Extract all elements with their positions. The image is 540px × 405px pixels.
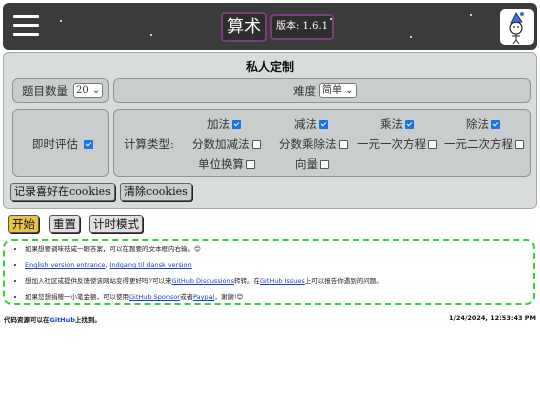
calc-types-box: 计算类型: 加法 减法 乘法 除法 分数加减法 分数乘除法 一元一次方程 一元二… [113, 109, 531, 177]
info-item-community: 想加入社区或提供反馈使该网站变得更好吗?可以来GitHub Discussion… [25, 273, 533, 289]
op-sub-label: 减法 [294, 117, 317, 131]
source-text-pre: 代码资源可以在 [4, 316, 50, 324]
type-vector-checkbox[interactable] [320, 159, 329, 169]
info-item-languages: English version entrance, Indgang til da… [25, 257, 533, 273]
op-sub: 减法 [294, 116, 328, 132]
paypal-link[interactable]: Paypal [193, 293, 214, 301]
github-issues-link[interactable]: GitHub Issues [260, 277, 305, 285]
op-add: 加法 [207, 116, 241, 132]
instant-eval-label: 即时评估 [32, 137, 78, 151]
question-count-box: 题目数量 20 ⌄ [12, 78, 109, 103]
type-unit-conv-label: 单位换算 [198, 157, 244, 171]
type-frac-addsub-checkbox[interactable] [251, 139, 261, 149]
snowflake [150, 34, 152, 36]
snowflake [410, 36, 412, 38]
source-note: 代码资源可以在GitHub上找到。 [4, 314, 101, 324]
github-sponsor-link[interactable]: GitHub Sponsor [129, 293, 180, 301]
hint-text: 如果想要调味祛咸一眼答案，可以在题要的文本框内右输。😊 [25, 245, 201, 253]
donate-text-pre: 如果您想捐赠一小笔金额，可以使用 [25, 293, 129, 301]
type-linear-eq-label: 一元一次方程 [357, 137, 426, 151]
type-vector: 向量 [295, 156, 329, 172]
start-button[interactable]: 开始 [8, 215, 39, 233]
type-linear-eq: 一元一次方程 [357, 136, 437, 152]
type-frac-muldiv-checkbox[interactable] [338, 139, 348, 149]
op-mul-label: 乘法 [380, 117, 403, 131]
donate-text-mid: 或者 [179, 293, 193, 301]
type-frac-muldiv-label: 分数乘除法 [279, 137, 337, 151]
settings-title: 私人定制 [245, 60, 294, 74]
info-item-hint: 如果想要调味祛咸一眼答案，可以在题要的文本框内右输。😊 [25, 241, 533, 257]
version-badge: 版本: 1.6.1 [270, 14, 334, 40]
github-discussions-link[interactable]: GitHub Discussions [171, 277, 234, 285]
settings-panel: 私人定制 题目数量 20 ⌄ 难度 简单 ⌄ 即时评估 计算类型: 加法 减法 … [3, 52, 537, 209]
community-text-pre: 想加入社区或提供反馈使该网站变得更好吗?可以来 [25, 277, 172, 285]
snowflake [330, 18, 332, 20]
snowflake [60, 20, 62, 22]
save-cookies-button[interactable]: 记录喜好在cookies [10, 183, 115, 201]
op-div-checkbox[interactable] [491, 119, 500, 129]
app-title: 算术 [221, 12, 267, 42]
question-count-value: 20 [76, 85, 89, 96]
english-version-link[interactable]: English version entrance [25, 261, 105, 269]
danish-version-link[interactable]: Indgang til dansk version [110, 261, 192, 269]
calc-types-label: 计算类型: [124, 137, 174, 151]
avatar-icon[interactable] [500, 9, 534, 45]
type-unit-conv-checkbox[interactable] [246, 159, 255, 169]
snowflake [470, 14, 472, 16]
op-sub-checkbox[interactable] [319, 119, 328, 129]
title-group: 算术 版本: 1.6.1 [221, 12, 334, 42]
difficulty-label: 难度 [293, 84, 316, 98]
source-text-post: 上找到。 [74, 316, 101, 324]
op-add-checkbox[interactable] [232, 119, 241, 129]
difficulty-box: 难度 简单 ⌄ [113, 78, 531, 103]
type-linear-eq-checkbox[interactable] [428, 139, 437, 149]
github-link[interactable]: GitHub [50, 316, 75, 324]
clear-cookies-button[interactable]: 清除cookies [120, 183, 192, 201]
type-frac-addsub-label: 分数加减法 [192, 137, 250, 151]
timer-mode-button[interactable]: 计时模式 [89, 215, 143, 233]
community-text-mid: 转转。在 [234, 277, 260, 285]
type-vector-label: 向量 [295, 157, 318, 171]
donate-text-post: ，谢谢!😊 [214, 293, 244, 301]
op-add-label: 加法 [207, 117, 230, 131]
instant-eval-checkbox[interactable] [84, 140, 93, 149]
type-frac-muldiv: 分数乘除法 [279, 136, 348, 152]
difficulty-select[interactable]: 简单 ⌄ [319, 83, 357, 98]
type-unit-conv: 单位换算 [198, 156, 255, 172]
menu-icon[interactable] [13, 15, 39, 37]
difficulty-value: 简单 [322, 85, 342, 96]
info-item-donate: 如果您想捐赠一小笔金额，可以使用GitHub Sponsor或者Paypal，谢… [25, 289, 533, 305]
type-quadratic-eq: 一元二次方程 [444, 136, 524, 152]
type-quadratic-eq-checkbox[interactable] [515, 139, 524, 149]
op-div: 除法 [466, 116, 500, 132]
op-div-label: 除法 [466, 117, 489, 131]
instant-eval-box: 即时评估 [12, 109, 109, 177]
datetime: 1/24/2024, 12:53:43 PM [449, 314, 536, 322]
reset-button[interactable]: 重置 [49, 215, 80, 233]
question-count-label: 题目数量 [22, 84, 68, 98]
community-text-post: 上可以报告你遇到的问题。 [304, 277, 383, 285]
app-header: 算术 版本: 1.6.1 [3, 3, 537, 50]
op-mul-checkbox[interactable] [405, 119, 414, 129]
info-box: 如果想要调味祛咸一眼答案，可以在题要的文本框内右输。😊 English vers… [3, 239, 535, 305]
op-mul: 乘法 [380, 116, 414, 132]
question-count-select[interactable]: 20 ⌄ [73, 83, 104, 98]
type-quadratic-eq-label: 一元二次方程 [444, 137, 513, 151]
type-frac-addsub: 分数加减法 [192, 136, 261, 152]
